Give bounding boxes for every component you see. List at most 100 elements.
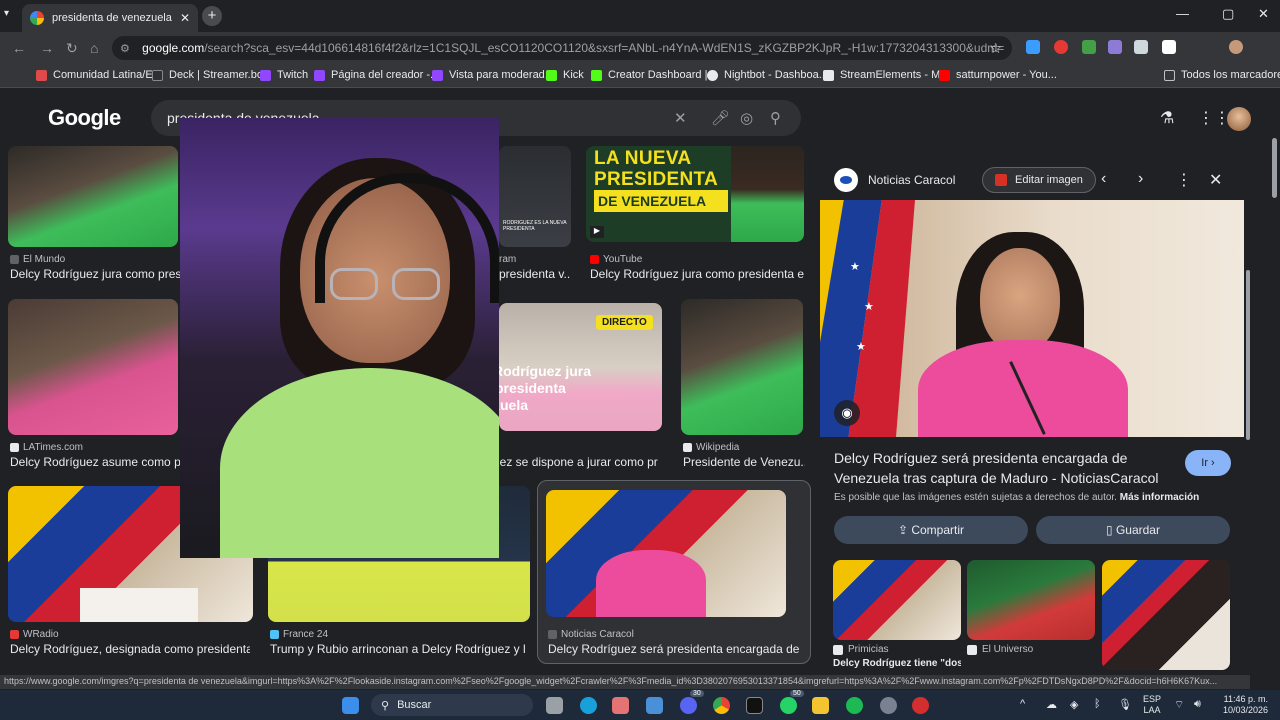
edit-image-button[interactable]: Editar imagen [982,167,1096,193]
microphone-icon[interactable]: 🎤︎ [711,109,730,127]
maximize-icon[interactable]: ▢ [1222,6,1234,22]
venezuela-flag: ★ ★ ★ [820,200,915,437]
related-image-card[interactable]: Primicias Delcy Rodríguez tiene "dos... [833,560,961,670]
chrome-icon[interactable] [713,697,730,714]
close-window-icon[interactable]: ✕ [1258,6,1269,22]
result-image [681,299,803,435]
extension-icon[interactable] [1134,40,1148,54]
language-indicator[interactable]: ESP LAA [1143,694,1161,716]
visit-button[interactable]: Ir › [1185,450,1231,476]
twitch-icon [260,69,271,81]
bookmark-item[interactable]: Página del creador -... [314,69,439,81]
bookmark-favicon-icon [152,69,163,81]
bookmark-item[interactable]: Deck | Streamer.bot [152,69,266,81]
banner-photo [731,146,804,242]
mail-icon[interactable] [646,697,663,714]
whatsapp-icon[interactable] [780,697,797,714]
apps-grid-icon[interactable]: ⋮⋮ [1198,108,1230,128]
bookmark-item[interactable]: satturnpower - You... [939,69,1057,81]
result-source: Wikipedia [683,442,739,453]
extension-icon[interactable] [1082,40,1096,54]
page-scrollbar-thumb[interactable] [1272,138,1277,198]
video-play-icon: ▶ [590,226,604,238]
tab-search-icon[interactable]: ▾ [4,8,9,19]
save-button[interactable]: ▯ Guardar [1036,516,1230,544]
more-options-icon[interactable]: ⋮ [1176,170,1192,190]
related-image-card[interactable]: El Universo [967,560,1095,670]
capcut-icon[interactable] [746,697,763,714]
discord-badge: 30 [690,690,704,697]
clear-icon[interactable]: ✕ [674,109,687,127]
visit-label: Ir [1201,457,1208,469]
streamelements-icon [823,69,834,81]
result-image [546,490,786,617]
close-panel-icon[interactable]: ✕ [1209,170,1222,190]
extension-icon[interactable] [1054,40,1068,54]
bookmark-item[interactable]: Twitch [260,69,308,81]
preview-image[interactable]: ★ ★ ★ ◉ [820,200,1244,437]
lens-icon[interactable]: ◎ [740,109,753,127]
profile-avatar[interactable] [1229,40,1243,54]
spotify-icon[interactable] [846,697,863,714]
bookmark-item[interactable]: Vista para moderad... [432,69,554,81]
bookmark-item[interactable]: Comunidad Latina/E... [36,69,162,81]
bookmark-label: Página del creador -... [331,69,440,81]
tray-bluetooth-icon[interactable]: ᛒ [1094,698,1101,710]
tray-cloud-icon[interactable]: ☁ [1046,698,1057,711]
next-icon[interactable]: › [1138,170,1143,188]
tray-chevron-icon[interactable]: ^ [1020,698,1025,710]
related-image-card[interactable] [1102,560,1230,670]
youtube-icon [590,255,599,264]
bookmark-star-icon[interactable]: ☆ [989,40,1002,57]
wifi-icon[interactable]: ⌔ [1174,698,1184,712]
bookmark-item[interactable]: Kick [546,69,584,81]
panel-title[interactable]: Delcy Rodríguez será presidenta encargad… [834,448,1174,488]
file-explorer-icon[interactable] [812,697,829,714]
share-button[interactable]: ⇪ Compartir [834,516,1028,544]
more-info-link[interactable]: Más información [1120,492,1199,503]
volume-icon[interactable]: 🔊︎ [1194,698,1201,711]
taskbar-search[interactable]: ⚲ Buscar [371,694,533,716]
previous-icon[interactable]: ‹ [1101,170,1106,188]
windows-start-icon[interactable] [342,697,359,714]
account-avatar[interactable] [1227,107,1251,131]
forward-icon[interactable]: → [40,40,54,56]
new-tab-button[interactable]: + [202,6,222,26]
close-tab-icon[interactable]: ✕ [180,11,190,25]
minimize-icon[interactable]: — [1176,6,1189,21]
extension-icon[interactable] [1026,40,1040,54]
reload-icon[interactable]: ↻ [66,40,78,57]
lens-search-icon[interactable]: ◉ [834,400,860,426]
search-icon[interactable]: ⚲ [770,109,781,127]
webcam-overlay [180,118,499,558]
address-bar[interactable]: ⚙ google.com /search?sca_esv=44d10661481… [112,36,1012,60]
edge-icon[interactable] [580,697,597,714]
panel-scrollbar[interactable] [1244,248,1252,675]
all-bookmarks-label: Todos los marcadores [1181,69,1280,81]
labs-flask-icon[interactable]: ⚗ [1160,108,1174,128]
tray-mic-icon[interactable]: 🎙︎ [1118,698,1132,711]
browser-tab[interactable]: presidenta de venezuela - Busc ✕ [22,4,198,32]
discord-icon[interactable] [680,697,697,714]
all-bookmarks[interactable]: Todos los marcadores [1164,69,1280,81]
panel-scrollbar-thumb[interactable] [1246,270,1250,440]
app-icon[interactable] [912,697,929,714]
panel-source[interactable]: Noticias Caracol [868,173,955,187]
bookmark-item[interactable]: StreamElements - M... [823,69,949,81]
back-icon[interactable]: ← [12,40,26,56]
copilot-icon[interactable] [612,697,629,714]
task-view-icon[interactable] [546,697,563,714]
bookmark-item[interactable]: Nightbot - Dashboa... [707,69,828,81]
obs-icon[interactable] [880,697,897,714]
site-info-icon[interactable]: ⚙ [120,42,132,55]
tray-app-icon[interactable]: ◈ [1070,698,1078,711]
extension-icon[interactable] [1108,40,1122,54]
clock[interactable]: 11:46 p. m. 10/03/2026 [1216,694,1268,716]
page-scrollbar[interactable] [1270,138,1278,338]
bookmark-item[interactable]: Creator Dashboard |... [591,69,717,81]
bookmark-label: Twitch [277,69,309,81]
google-logo[interactable]: Google [48,105,121,131]
bookmark-label: Nightbot - Dashboa... [724,69,828,81]
extension-icon[interactable] [1162,40,1176,54]
home-icon[interactable]: ⌂ [90,40,98,56]
